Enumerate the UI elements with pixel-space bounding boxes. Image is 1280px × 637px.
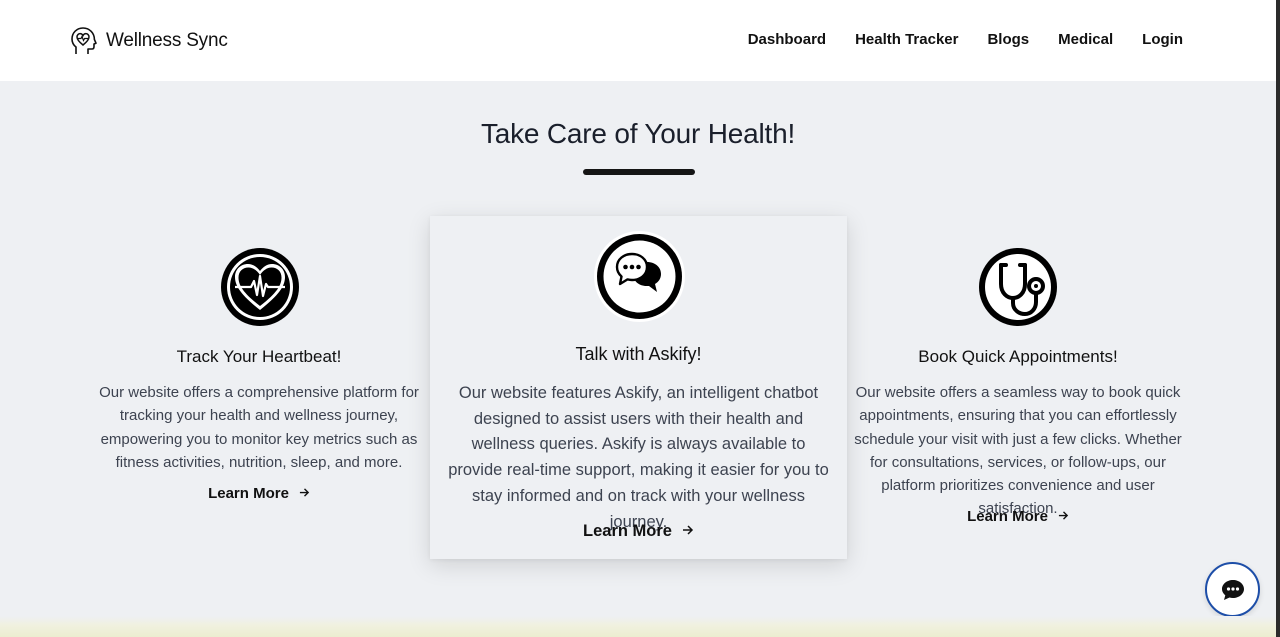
- main-nav: Dashboard Health Tracker Blogs Medical L…: [748, 30, 1183, 50]
- nav-blogs[interactable]: Blogs: [987, 30, 1029, 50]
- learn-more-label: Learn More: [583, 522, 672, 540]
- learn-more-label: Learn More: [967, 508, 1048, 525]
- section-title: Take Care of Your Health!: [480, 118, 796, 149]
- chat-bubbles-icon: [597, 234, 682, 319]
- arrow-right-icon: [299, 485, 310, 502]
- feature-card-appointments: Book Quick Appointments! Our website off…: [844, 240, 1192, 540]
- brand-logo-link[interactable]: Wellness Sync: [68, 24, 228, 58]
- learn-more-label: Learn More: [208, 485, 289, 502]
- arrow-right-icon: [682, 522, 694, 541]
- brand-name: Wellness Sync: [106, 30, 228, 51]
- learn-more-link[interactable]: Learn More: [98, 485, 420, 502]
- stethoscope-icon: [979, 248, 1057, 326]
- nav-dashboard[interactable]: Dashboard: [748, 30, 826, 50]
- card-description: Our website offers a seamless way to boo…: [854, 384, 1182, 518]
- window-edge: [1276, 0, 1280, 637]
- arrow-right-icon: [1058, 508, 1069, 525]
- card-description: Our website offers a comprehensive platf…: [99, 384, 419, 471]
- chat-icon: [1221, 579, 1244, 600]
- card-title: Track Your Heartbeat!: [176, 347, 342, 366]
- nav-medical[interactable]: Medical: [1058, 30, 1113, 50]
- feature-card-askify: Talk with Askify! Our website features A…: [430, 216, 847, 559]
- nav-login[interactable]: Login: [1142, 30, 1183, 50]
- site-header: Wellness Sync Dashboard Health Tracker B…: [0, 0, 1276, 81]
- learn-more-link[interactable]: Learn More: [844, 508, 1192, 525]
- footer-edge: [0, 616, 1276, 637]
- head-heart-icon: [71, 27, 97, 54]
- feature-card-heartbeat: Track Your Heartbeat! Our website offers…: [98, 240, 420, 520]
- learn-more-link[interactable]: Learn More: [430, 522, 847, 541]
- nav-health-tracker[interactable]: Health Tracker: [855, 30, 958, 50]
- heartbeat-icon: [221, 248, 299, 326]
- card-description: Our website features Askify, an intellig…: [448, 384, 829, 531]
- card-title: Book Quick Appointments!: [918, 347, 1118, 366]
- title-underline: [583, 169, 695, 175]
- chat-button[interactable]: [1205, 562, 1260, 617]
- card-title: Talk with Askify!: [575, 344, 702, 364]
